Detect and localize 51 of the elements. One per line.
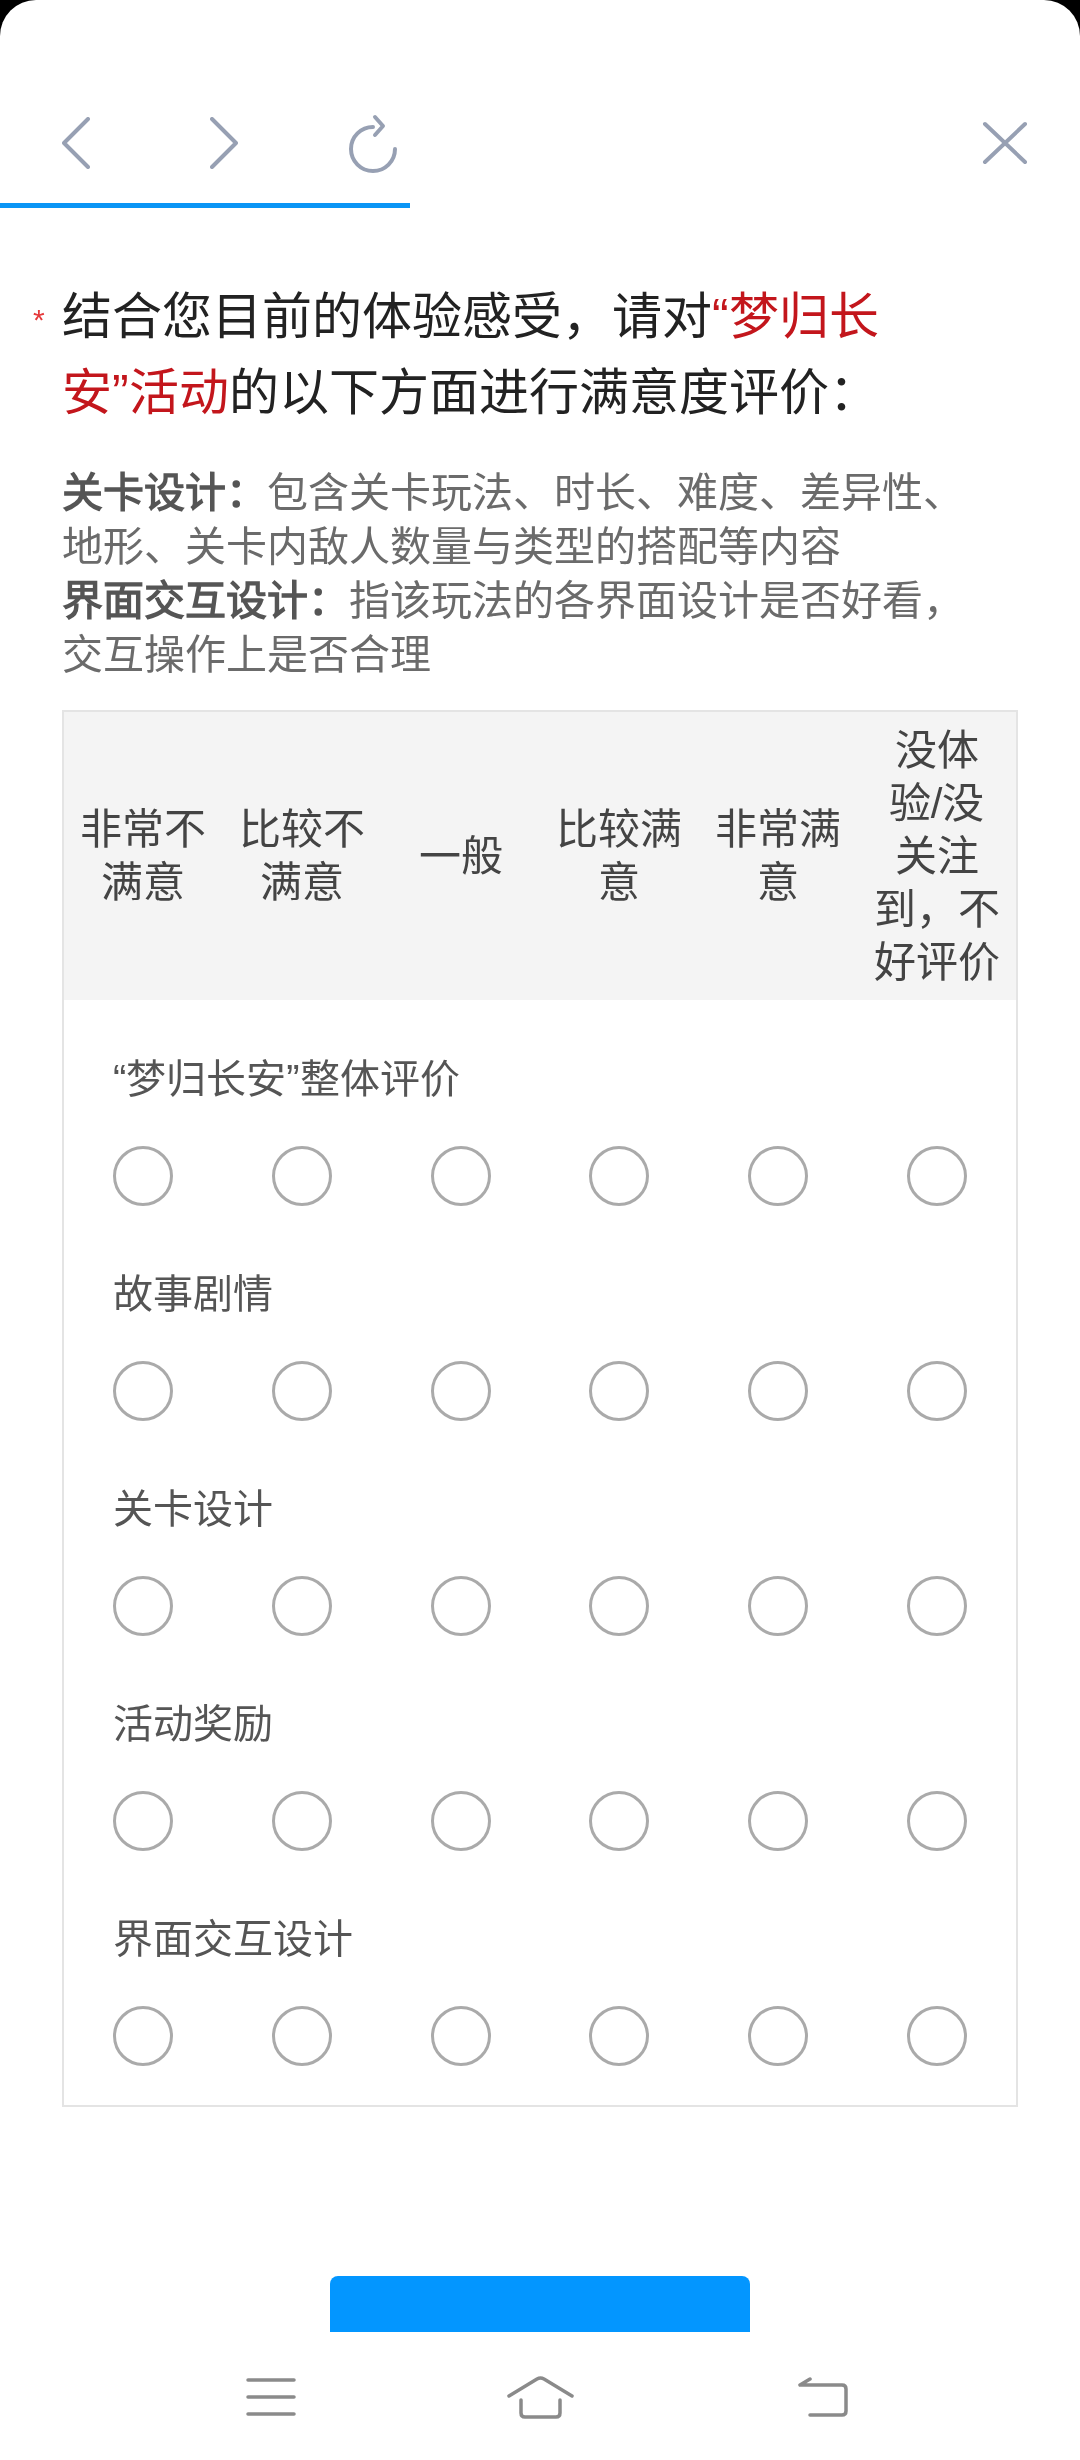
refresh-icon[interactable] [348,113,399,173]
radio-button[interactable] [272,1146,332,1206]
column-header: 比较满意 [555,805,684,908]
close-icon[interactable] [982,121,1028,165]
radio-button[interactable] [589,1576,650,1636]
column-header: 比较不满意 [238,805,366,908]
radio-button[interactable] [272,2006,332,2066]
house-icon[interactable] [506,2375,575,2419]
row-label: “梦归长安”整体评价 [113,1056,460,1103]
row-label: 故事剧情 [113,1271,273,1318]
question-note: 关卡设计：包含关卡玩法、时长、难度、差异性、地形、关卡内敌人数量与类型的搭配等内容 [62,469,965,572]
chevron-right-icon[interactable] [210,117,238,169]
radio-button[interactable] [748,1576,808,1636]
question-note: 界面交互设计：指该玩法的各界面设计是否好看，交互操作上是否合理 [62,577,965,680]
column-header: 没体验/没关注到，不好评价 [872,725,1001,988]
row-label: 关卡设计 [113,1486,273,1533]
radio-button[interactable] [430,1146,491,1206]
radio-button[interactable] [113,2006,174,2066]
column-header: 非常满意 [714,805,842,908]
radio-button[interactable] [589,1146,650,1206]
chevron-left-icon[interactable] [62,117,90,169]
radio-button[interactable] [430,1576,491,1636]
row-label: 界面交互设计 [113,1916,353,1963]
radio-button[interactable] [113,1361,174,1421]
radio-button[interactable] [906,2006,967,2066]
radio-button[interactable] [113,1576,174,1636]
radio-button[interactable] [589,2006,650,2066]
column-header: 非常不满意 [79,805,208,908]
radio-button[interactable] [430,2006,491,2066]
menu-icon[interactable] [246,2378,296,2416]
radio-button[interactable] [748,1791,808,1851]
radio-button[interactable] [748,1361,808,1421]
column-header: 一般 [418,831,503,882]
question-title: 结合您目前的体验感受，请对“梦归长安”活动的以下方面进行满意度评价： [62,288,880,423]
radio-button[interactable] [906,1361,967,1421]
radio-button[interactable] [272,1361,332,1421]
required-mark: * [33,305,46,335]
radio-button[interactable] [113,1791,174,1851]
radio-button[interactable] [748,1146,808,1206]
row-label: 活动奖励 [113,1701,273,1748]
radio-button[interactable] [430,1791,491,1851]
radio-button[interactable] [906,1576,967,1636]
radio-button[interactable] [113,1146,174,1206]
radio-button[interactable] [589,1361,650,1421]
radio-button[interactable] [272,1791,332,1851]
radio-button[interactable] [430,1361,491,1421]
radio-button[interactable] [272,1576,332,1636]
radio-button[interactable] [589,1791,650,1851]
radio-button[interactable] [906,1146,967,1206]
radio-button[interactable] [748,2006,808,2066]
radio-button[interactable] [906,1791,967,1851]
